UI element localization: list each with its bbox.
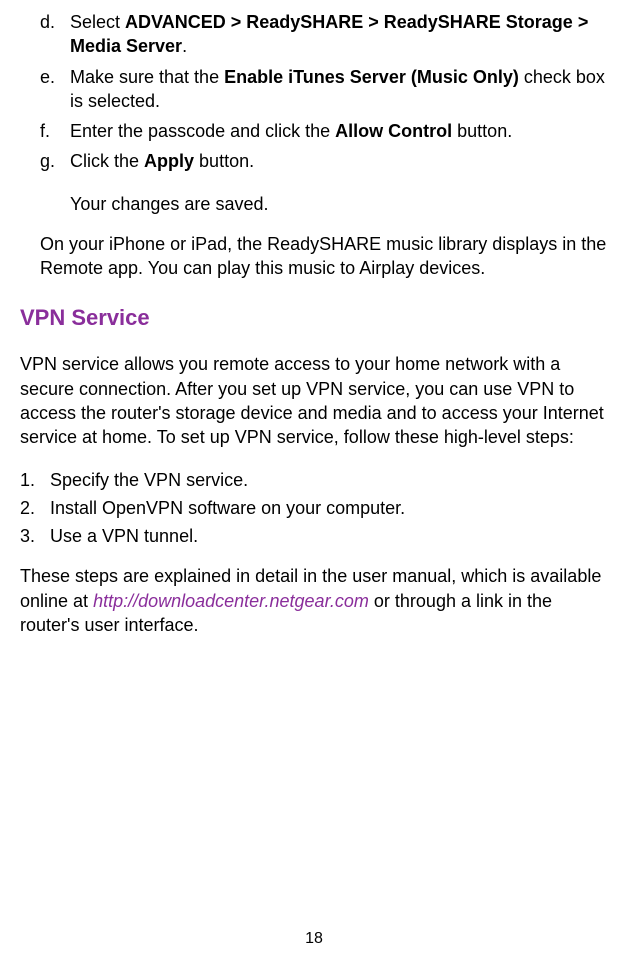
sub-marker: g. (40, 149, 70, 173)
num-content: Use a VPN tunnel. (50, 524, 608, 548)
sub-content: Select ADVANCED > ReadySHARE > ReadySHAR… (70, 10, 608, 59)
sub-item-d: d. Select ADVANCED > ReadySHARE > ReadyS… (40, 10, 608, 59)
text-post: button. (194, 151, 254, 171)
sub-marker: d. (40, 10, 70, 59)
text-bold: Apply (144, 151, 194, 171)
sub-content: Enter the passcode and click the Allow C… (70, 119, 608, 143)
sub-content: Click the Apply button. (70, 149, 608, 173)
text-bold: Enable iTunes Server (Music Only) (224, 67, 519, 87)
paragraph-vpn-intro: VPN service allows you remote access to … (20, 352, 608, 449)
num-marker: 3. (20, 524, 50, 548)
num-item-3: 3. Use a VPN tunnel. (20, 524, 608, 548)
indent-note: Your changes are saved. (70, 192, 608, 216)
paragraph-airplay: On your iPhone or iPad, the ReadySHARE m… (40, 232, 608, 281)
paragraph-manual-link: These steps are explained in detail in t… (20, 564, 608, 637)
heading-vpn-service: VPN Service (20, 303, 608, 333)
page-number: 18 (0, 928, 628, 950)
sub-content: Make sure that the Enable iTunes Server … (70, 65, 608, 114)
text-pre: Select (70, 12, 125, 32)
sub-item-e: e. Make sure that the Enable iTunes Serv… (40, 65, 608, 114)
sub-item-g: g. Click the Apply button. (40, 149, 608, 173)
text-post: button. (452, 121, 512, 141)
text-pre: Make sure that the (70, 67, 224, 87)
num-marker: 2. (20, 496, 50, 520)
num-marker: 1. (20, 468, 50, 492)
num-item-2: 2. Install OpenVPN software on your comp… (20, 496, 608, 520)
text-bold: Allow Control (335, 121, 452, 141)
text-pre: Enter the passcode and click the (70, 121, 335, 141)
sub-marker: e. (40, 65, 70, 114)
num-content: Install OpenVPN software on your compute… (50, 496, 608, 520)
text-pre: Click the (70, 151, 144, 171)
sub-item-f: f. Enter the passcode and click the Allo… (40, 119, 608, 143)
text-bold: ADVANCED > ReadySHARE > ReadySHARE Stora… (70, 12, 588, 56)
sub-marker: f. (40, 119, 70, 143)
num-item-1: 1. Specify the VPN service. (20, 468, 608, 492)
text-post: . (182, 36, 187, 56)
download-center-link[interactable]: http://downloadcenter.netgear.com (93, 591, 369, 611)
num-content: Specify the VPN service. (50, 468, 608, 492)
lettered-sub-list: d. Select ADVANCED > ReadySHARE > ReadyS… (40, 10, 608, 174)
numbered-list: 1. Specify the VPN service. 2. Install O… (20, 468, 608, 549)
